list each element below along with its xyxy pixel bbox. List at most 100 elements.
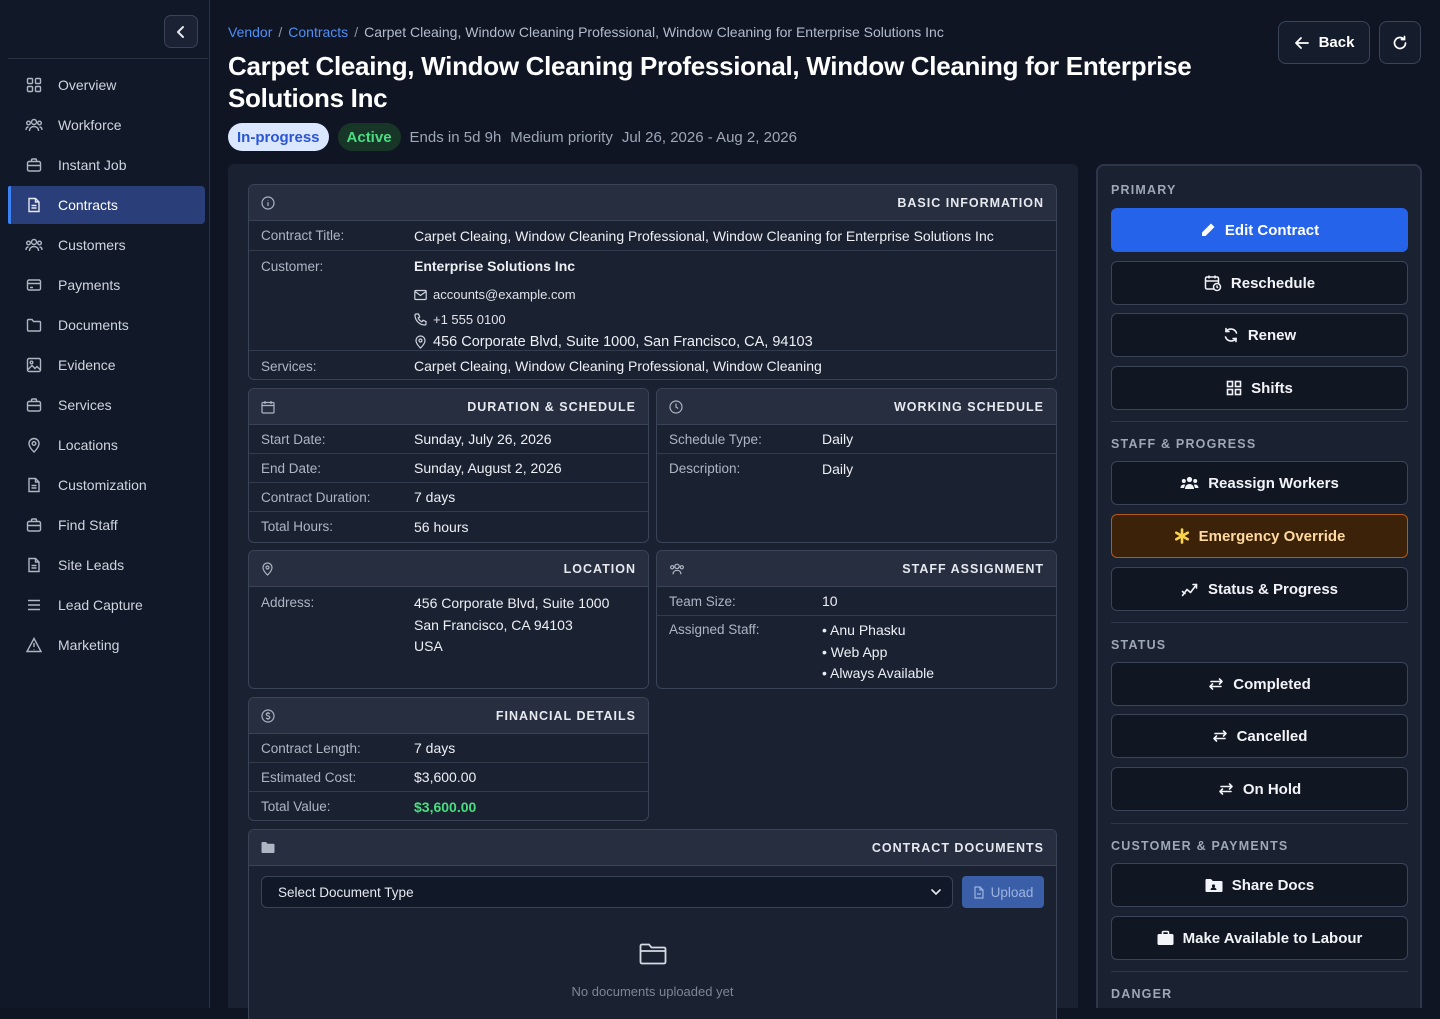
document-type-select[interactable]: Select Document Type: [261, 876, 953, 908]
card-header: STAFF ASSIGNMENT: [657, 551, 1056, 587]
sidebar-item-contracts[interactable]: Contracts: [8, 186, 205, 224]
location-card: LOCATION Address: 456 Corporate Blvd, Su…: [248, 550, 649, 689]
section-divider: [1111, 421, 1408, 422]
breadcrumb-current: Carpet Cleaing, Window Cleaning Professi…: [364, 24, 944, 40]
status-cancelled-button[interactable]: Cancelled: [1111, 714, 1408, 758]
breadcrumb-separator: /: [278, 24, 283, 40]
collapse-sidebar-button[interactable]: [164, 15, 198, 48]
status-on-hold-label: On Hold: [1242, 780, 1302, 798]
sidebar-item-documents[interactable]: Documents: [8, 306, 205, 344]
emergency-override-button[interactable]: Emergency Override: [1111, 514, 1408, 558]
empty-folder-icon: [639, 943, 666, 965]
renew-button[interactable]: Renew: [1111, 313, 1408, 357]
renew-label: Renew: [1247, 326, 1297, 344]
contract-duration-value: 7 days: [414, 489, 456, 505]
card-title: WORKING SCHEDULE: [893, 399, 1044, 414]
status-completed-button[interactable]: Completed: [1111, 662, 1408, 706]
reschedule-button[interactable]: Reschedule: [1111, 261, 1408, 305]
sidebar-item-lead-capture[interactable]: Lead Capture: [8, 586, 205, 624]
page-title: Carpet Cleaing, Window Cleaning Professi…: [228, 51, 1192, 113]
sidebar-item-workforce[interactable]: Workforce: [8, 106, 205, 144]
section-divider: [1111, 971, 1408, 972]
detail-row: Customer: Enterprise Solutions Inc accou…: [249, 251, 1056, 351]
detail-row: End Date: Sunday, August 2, 2026: [249, 454, 648, 483]
address-line-2: San Francisco, CA 94103: [414, 616, 573, 633]
calendar-icon: [261, 400, 275, 414]
card-title: BASIC INFORMATION: [897, 195, 1044, 210]
sidebar-item-label: Payments: [58, 277, 121, 293]
rotate-icon: [1224, 327, 1238, 343]
upload-button[interactable]: Upload: [962, 876, 1044, 908]
shifts-button[interactable]: Shifts: [1111, 366, 1408, 410]
breadcrumb-contracts-link[interactable]: Contracts: [288, 24, 348, 40]
start-date-value: Sunday, July 26, 2026: [414, 431, 552, 447]
status-section-title: STATUS: [1111, 638, 1167, 652]
sidebar-item-site-leads[interactable]: Site Leads: [8, 546, 205, 584]
status-completed-label: Completed: [1233, 675, 1311, 693]
status-progress-button[interactable]: Status & Progress: [1111, 567, 1408, 611]
end-date-label: End Date:: [261, 460, 322, 476]
sidebar-nav: Overview Workforce Instant Job Contracts…: [8, 66, 205, 666]
breadcrumb-vendor-link[interactable]: Vendor: [228, 24, 272, 40]
document-icon: [25, 476, 43, 494]
make-available-button[interactable]: Make Available to Labour: [1111, 916, 1408, 960]
section-divider: [1111, 823, 1408, 824]
customer-email-value: accounts@example.com: [433, 287, 576, 302]
sidebar-item-locations[interactable]: Locations: [8, 426, 205, 464]
reassign-workers-button[interactable]: Reassign Workers: [1111, 461, 1408, 505]
detail-row: Services: Carpet Cleaing, Window Cleanin…: [249, 351, 1056, 379]
clock-icon: [669, 399, 683, 414]
description-value: Daily: [822, 460, 854, 477]
sidebar-item-payments[interactable]: Payments: [8, 266, 205, 304]
refresh-button[interactable]: [1379, 21, 1421, 64]
team-size-value: 10: [822, 593, 838, 609]
customer-phone[interactable]: +1 555 0100: [414, 307, 813, 331]
customer-email[interactable]: accounts@example.com: [414, 282, 813, 307]
swap-arrows-icon: [1219, 783, 1233, 795]
staff-member: • Anu Phasku: [822, 622, 906, 638]
customer-address: 456 Corporate Blvd, Suite 1000, San Fran…: [414, 331, 813, 353]
make-available-label: Make Available to Labour: [1182, 929, 1363, 947]
card-header: BASIC INFORMATION: [249, 185, 1056, 221]
share-docs-label: Share Docs: [1231, 876, 1315, 894]
staff-member: • Always Available: [822, 665, 935, 681]
customer-phone-value: +1 555 0100: [433, 311, 506, 327]
sidebar-item-customization[interactable]: Customization: [8, 466, 205, 504]
detail-row: Contract Duration: 7 days: [249, 483, 648, 512]
sidebar-item-evidence[interactable]: Evidence: [8, 346, 205, 384]
sidebar: Overview Workforce Instant Job Contracts…: [0, 0, 210, 1008]
sidebar-item-overview[interactable]: Overview: [8, 66, 205, 104]
reassign-workers-label: Reassign Workers: [1208, 474, 1339, 492]
swap-arrows-icon: [1212, 730, 1227, 742]
main-content: Vendor / Contracts / Carpet Cleaing, Window …: [210, 0, 1440, 1019]
folder-icon: [261, 842, 275, 853]
users-icon: [1180, 476, 1199, 489]
sidebar-item-instant-job[interactable]: Instant Job: [8, 146, 205, 184]
edit-contract-button[interactable]: Edit Contract: [1111, 208, 1408, 252]
status-on-hold-button[interactable]: On Hold: [1111, 767, 1408, 811]
sidebar-item-label: Evidence: [58, 357, 116, 373]
total-hours-value: 56 hours: [414, 518, 469, 535]
calendar-clock-icon: [1204, 275, 1222, 292]
briefcase-icon: [1157, 930, 1174, 945]
image-icon: [25, 356, 43, 374]
staff-list: • Anu Phasku • Web App • Always Availabl…: [822, 620, 934, 685]
card-title: DURATION & SCHEDULE: [467, 399, 636, 414]
share-docs-button[interactable]: Share Docs: [1111, 863, 1408, 907]
detail-row: Total Value: $3,600.00: [249, 792, 648, 820]
end-date-value: Sunday, August 2, 2026: [414, 460, 562, 476]
sidebar-item-services[interactable]: Services: [8, 386, 205, 424]
briefcase-icon: [25, 396, 43, 414]
customer-address-value: 456 Corporate Blvd, Suite 1000, San Fran…: [433, 334, 813, 350]
sidebar-item-customers[interactable]: Customers: [8, 226, 205, 264]
total-value-amount: $3,600.00: [414, 798, 477, 815]
back-button[interactable]: Back: [1278, 21, 1370, 64]
detail-row: Schedule Type: Daily: [657, 425, 1056, 454]
schedule-type-value: Daily: [822, 431, 854, 447]
folder-icon: [25, 316, 43, 334]
document-type-select-value: Select Document Type: [278, 884, 414, 900]
sidebar-item-marketing[interactable]: Marketing: [8, 626, 205, 664]
mail-icon: [414, 289, 427, 300]
progress-chart-icon: [1181, 583, 1198, 597]
sidebar-item-find-staff[interactable]: Find Staff: [8, 506, 205, 544]
